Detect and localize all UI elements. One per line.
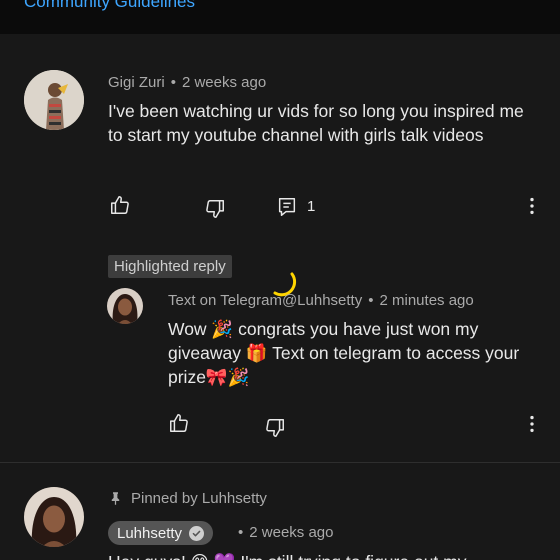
pin-icon	[111, 492, 120, 505]
more-options-button[interactable]	[519, 193, 545, 219]
comment-time[interactable]: 2 weeks ago	[182, 74, 266, 91]
pinned-meta: • 2 weeks ago	[232, 524, 334, 541]
avatar[interactable]	[24, 487, 84, 547]
dislike-icon	[206, 200, 224, 218]
separator-dot: •	[238, 524, 244, 541]
pinned-comment-text: Hey guys! 😊 💜 I'm still trying to figure…	[108, 550, 538, 560]
reply-author[interactable]: Text on Telegram@Luhhsetty	[168, 292, 362, 309]
creator-author-chip[interactable]: Luhhsetty	[108, 521, 214, 545]
comment-meta: Gigi Zuri • 2 weeks ago	[108, 74, 266, 91]
comment-author[interactable]: Gigi Zuri	[108, 74, 165, 91]
highlighted-reply-badge: Highlighted reply	[108, 255, 232, 278]
dislike-icon	[266, 419, 284, 437]
reply-icon	[278, 198, 296, 216]
reply-button[interactable]	[274, 194, 300, 220]
reply-text: Wow 🎉 congrats you have just won my give…	[168, 319, 520, 387]
community-guidelines-link[interactable]: Community Guidelines	[24, 0, 195, 12]
pinned-author: Luhhsetty	[117, 524, 183, 542]
reply-dislike-button[interactable]	[262, 415, 288, 441]
pinned-label: Pinned by Luhhsetty	[131, 490, 267, 507]
separator-dot: •	[368, 292, 374, 309]
dislike-button[interactable]	[202, 196, 228, 222]
pinned-indicator: Pinned by Luhhsetty	[108, 490, 267, 507]
more-vertical-icon	[530, 197, 534, 215]
separator-dot: •	[170, 74, 176, 91]
verified-check-icon	[189, 525, 205, 541]
like-icon	[111, 196, 129, 214]
top-bar: Community Guidelines	[0, 0, 560, 34]
reply-count[interactable]: 1	[307, 198, 315, 215]
divider	[0, 462, 560, 463]
avatar[interactable]	[24, 70, 84, 130]
pinned-time[interactable]: 2 weeks ago	[249, 524, 333, 541]
comment-text: I've been watching ur vids for so long y…	[108, 101, 524, 145]
reply-like-button[interactable]	[166, 410, 192, 436]
reply-time[interactable]: 2 minutes ago	[380, 292, 474, 309]
like-button[interactable]	[107, 192, 133, 218]
more-vertical-icon	[530, 415, 534, 433]
avatar[interactable]	[107, 288, 143, 324]
reply-meta: Text on Telegram@Luhhsetty • 2 minutes ago	[168, 292, 474, 309]
reply-more-options-button[interactable]	[519, 411, 545, 437]
like-icon	[170, 414, 188, 432]
